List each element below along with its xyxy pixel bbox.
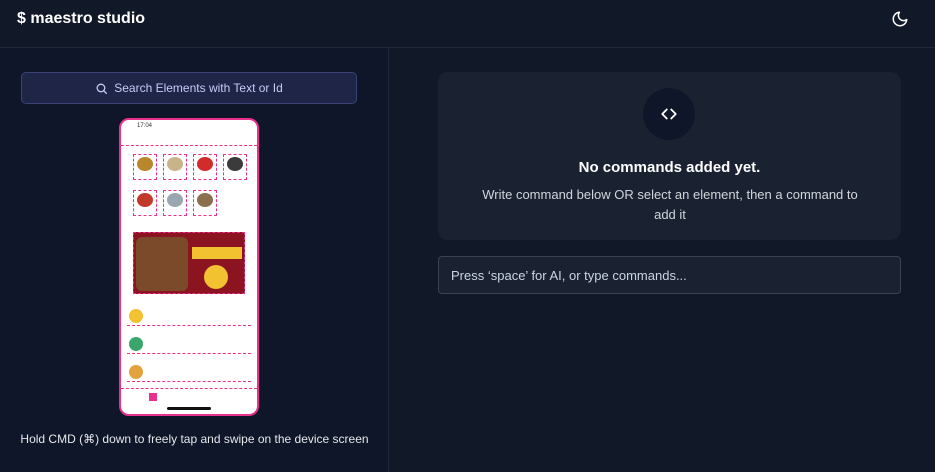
device-category-item[interactable] xyxy=(193,154,217,180)
device-panel: Search Elements with Text or Id 17:04 Ho… xyxy=(0,48,389,472)
device-category-item[interactable] xyxy=(163,190,187,216)
home-icon[interactable] xyxy=(149,393,157,401)
empty-state-title: No commands added yet. xyxy=(578,159,761,176)
promo-image xyxy=(136,237,188,291)
device-location-bar[interactable] xyxy=(121,134,257,146)
device-category-item[interactable] xyxy=(133,154,157,180)
promo-price-badge xyxy=(204,265,228,289)
empty-state-subtitle: Write command below OR select an element… xyxy=(482,187,858,222)
tap-swipe-hint: Hold CMD (⌘) down to freely tap and swip… xyxy=(20,432,369,446)
home-indicator xyxy=(167,407,211,410)
code-icon-circle xyxy=(643,88,695,140)
device-category-item[interactable] xyxy=(223,154,247,180)
device-tab-bar[interactable] xyxy=(121,388,257,414)
device-status-time: 17:04 xyxy=(137,123,153,129)
app-header: $ maestro studio xyxy=(0,0,935,48)
device-screen[interactable]: 17:04 xyxy=(119,118,259,416)
device-category-item[interactable] xyxy=(163,154,187,180)
device-list-item[interactable] xyxy=(127,306,251,326)
search-icon xyxy=(96,83,108,94)
device-category-item[interactable] xyxy=(133,190,157,216)
moon-icon[interactable] xyxy=(891,10,909,28)
device-promo-banner[interactable] xyxy=(133,232,245,294)
command-input[interactable] xyxy=(438,256,901,294)
search-elements-button[interactable]: Search Elements with Text or Id xyxy=(21,72,357,104)
promo-title-shape xyxy=(192,247,242,259)
device-category-item[interactable] xyxy=(193,190,217,216)
code-icon xyxy=(661,108,677,120)
device-list-item[interactable] xyxy=(127,334,251,354)
device-list-item[interactable] xyxy=(127,362,251,382)
app-logo: $ maestro studio xyxy=(17,10,146,27)
search-elements-label: Search Elements with Text or Id xyxy=(114,81,283,95)
